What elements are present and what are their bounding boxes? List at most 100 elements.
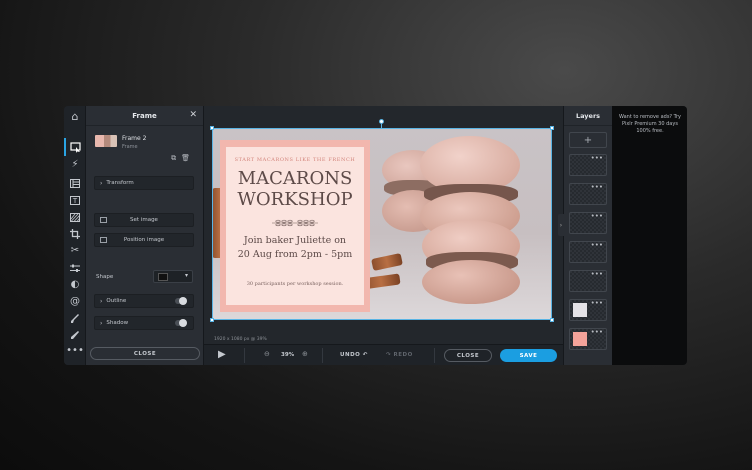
zoom-out-icon[interactable]: ⊖ <box>264 350 270 358</box>
shape-swatch <box>158 273 168 281</box>
more-icon[interactable]: ••• <box>591 271 603 278</box>
home-icon[interactable]: ⌂ <box>67 109 83 123</box>
more-icon[interactable]: ••• <box>591 329 603 336</box>
position-image-button[interactable]: Position image <box>94 233 194 247</box>
poster-body-line2[interactable]: 20 Aug from 2pm - 5pm <box>226 249 364 260</box>
layer-slot[interactable]: ••• <box>569 154 607 176</box>
more-icon[interactable]: ••• <box>66 344 84 358</box>
text-card-frame[interactable]: START MACARONS LIKE THE FRENCH MACARONS … <box>220 140 370 312</box>
set-image-label: Set image <box>130 217 158 223</box>
redo-icon: ↷ <box>386 352 392 358</box>
layer-name: Frame 2 <box>122 135 147 142</box>
poster-body-line1[interactable]: Join baker Juliette on <box>226 235 364 246</box>
contrast-icon[interactable]: ◐ <box>67 278 83 292</box>
outline-toggle[interactable] <box>175 297 187 305</box>
layer-slot[interactable]: ••• <box>569 241 607 263</box>
play-icon[interactable]: ▶ <box>218 349 226 360</box>
more-icon[interactable]: ••• <box>591 300 603 307</box>
collapse-chevron-icon[interactable]: › <box>558 214 564 236</box>
zoom-in-icon[interactable]: ⊕ <box>302 350 308 358</box>
redo-button[interactable]: ↷ REDO <box>386 352 413 358</box>
trash-icon[interactable]: 🗑 <box>181 154 190 163</box>
resize-handle-tr[interactable] <box>550 126 554 130</box>
undo-button[interactable]: UNDO ↶ <box>340 352 368 358</box>
layer-slot[interactable]: ••• <box>569 212 607 234</box>
add-layer-button[interactable]: + <box>569 132 607 148</box>
resize-handle-bl[interactable] <box>210 318 214 322</box>
shadow-section[interactable]: › Shadow <box>94 316 194 330</box>
adjust-icon[interactable] <box>67 261 83 275</box>
poster-small-text[interactable]: 30 participants per workshop session. <box>226 281 364 287</box>
bottom-bar: ▶ ⊖ 39% ⊕ UNDO ↶ ↷ REDO CLOSE SAVE <box>204 344 563 365</box>
layer-slot[interactable]: ••• <box>569 328 607 350</box>
zoom-level: 39% <box>281 352 295 358</box>
outline-label: Outline <box>106 298 127 304</box>
layer-swatch <box>573 303 587 317</box>
poster-canvas[interactable]: START MACARONS LIKE THE FRENCH MACARONS … <box>212 128 552 320</box>
layers-title: Layers <box>564 106 612 126</box>
poster-title-line1[interactable]: MACARONS <box>226 170 364 188</box>
canvas-area[interactable]: START MACARONS LIKE THE FRENCH MACARONS … <box>204 106 563 344</box>
set-image-button[interactable]: Set image <box>94 213 194 227</box>
text-card: START MACARONS LIKE THE FRENCH MACARONS … <box>226 147 364 305</box>
pen-icon[interactable] <box>67 328 83 342</box>
divider <box>244 348 245 363</box>
shadow-label: Shadow <box>106 320 129 326</box>
shadow-toggle[interactable] <box>175 319 187 327</box>
panel-header: Frame ✕ <box>86 106 203 126</box>
texture-icon[interactable] <box>67 210 83 224</box>
close-button[interactable]: CLOSE <box>444 349 492 362</box>
cut-icon[interactable]: ✂ <box>67 244 83 258</box>
panel-title: Frame <box>132 111 157 120</box>
tool-sidebar: ⌂ ⚡ T ✂ ◐ @ ••• <box>64 106 86 365</box>
spiral-icon[interactable]: @ <box>67 295 83 309</box>
resize-handle-tl[interactable] <box>210 126 214 130</box>
layer-slot[interactable]: ••• <box>569 183 607 205</box>
frame-icon[interactable] <box>67 140 83 154</box>
position-image-label: Position image <box>123 237 165 243</box>
transform-section[interactable]: › Transform <box>94 176 194 190</box>
close-icon[interactable]: ✕ <box>189 110 197 120</box>
layout-icon[interactable] <box>67 176 83 190</box>
layer-swatch <box>573 332 587 346</box>
laurel-flourish-icon <box>272 219 318 227</box>
chevron-right-icon: › <box>100 319 103 327</box>
canvas-dimensions: 1920 x 1080 px @ 39% <box>214 337 267 342</box>
divider <box>434 348 435 363</box>
shape-label: Shape <box>96 274 114 280</box>
layer-slot[interactable]: ••• <box>569 270 607 292</box>
editor-window: ⌂ ⚡ T ✂ ◐ @ ••• Frame ✕ Frame 2 Frame ⧉ … <box>64 106 687 365</box>
panel-close-button[interactable]: CLOSE <box>90 347 200 360</box>
caret-down-icon: ▾ <box>184 272 188 279</box>
undo-label: UNDO <box>340 352 361 358</box>
divider <box>322 348 323 363</box>
active-tool-indicator <box>64 138 66 156</box>
layer-thumbnail <box>95 135 117 147</box>
selected-layer-card[interactable]: Frame 2 Frame ⧉ 🗑 <box>92 132 196 166</box>
ad-text[interactable]: Want to remove ads? Try Pixlr Premium 30… <box>616 114 684 135</box>
magic-icon[interactable]: ⚡ <box>67 158 83 172</box>
crop-icon[interactable] <box>67 227 83 241</box>
frame-panel: Frame ✕ Frame 2 Frame ⧉ 🗑 › Transform Se… <box>86 106 204 365</box>
rotate-handle[interactable] <box>379 119 384 124</box>
text-icon[interactable]: T <box>67 193 83 207</box>
ad-panel: Want to remove ads? Try Pixlr Premium 30… <box>612 106 687 365</box>
brush-icon[interactable] <box>67 312 83 326</box>
layers-panel: › Layers + ••• ••• ••• ••• ••• ••• ••• <box>558 106 612 365</box>
resize-handle-br[interactable] <box>550 318 554 322</box>
poster-title-line2[interactable]: WORKSHOP <box>226 191 364 209</box>
shape-select[interactable]: ▾ <box>153 270 193 283</box>
redo-label: REDO <box>393 352 413 358</box>
more-icon[interactable]: ••• <box>591 155 603 162</box>
svg-text:T: T <box>72 197 78 205</box>
more-icon[interactable]: ••• <box>591 242 603 249</box>
undo-icon: ↶ <box>362 352 368 358</box>
save-button[interactable]: SAVE <box>500 349 557 362</box>
layer-slot[interactable]: ••• <box>569 299 607 321</box>
poster-eyebrow[interactable]: START MACARONS LIKE THE FRENCH <box>226 157 364 163</box>
duplicate-icon[interactable]: ⧉ <box>171 154 176 163</box>
image-icon <box>100 217 107 223</box>
more-icon[interactable]: ••• <box>591 213 603 220</box>
more-icon[interactable]: ••• <box>591 184 603 191</box>
outline-section[interactable]: › Outline <box>94 294 194 308</box>
